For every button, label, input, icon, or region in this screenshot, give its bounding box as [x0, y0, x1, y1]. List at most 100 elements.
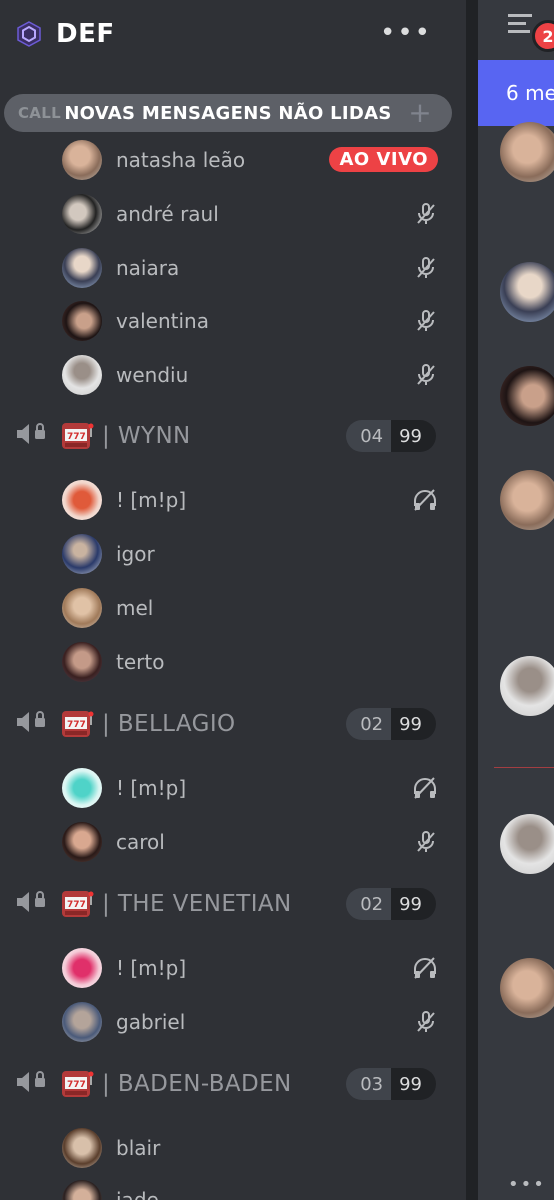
user-name: ! [m!p]: [116, 956, 187, 980]
voice-user[interactable]: gabriel: [62, 1002, 452, 1042]
svg-text:777: 777: [67, 432, 86, 442]
user-name: jade: [116, 1188, 159, 1200]
muted-mic-icon: [414, 363, 438, 391]
voice-channel-baden-baden[interactable]: 777 | BADEN-BADEN 03 99: [14, 1064, 444, 1104]
voice-user[interactable]: igor: [62, 534, 452, 574]
user-name: wendiu: [116, 363, 189, 387]
channel-name: | WYNN: [102, 423, 191, 449]
deafened-headset-icon: [412, 776, 438, 804]
deafened-headset-icon: [412, 488, 438, 516]
user-name: igor: [116, 542, 155, 566]
avatar: [62, 588, 102, 628]
voice-user[interactable]: carol: [62, 822, 452, 862]
muted-mic-icon: [414, 202, 438, 230]
avatar: [62, 642, 102, 682]
voice-user[interactable]: naiara: [62, 248, 452, 288]
voice-user[interactable]: wendiu: [62, 355, 452, 395]
svg-text:777: 777: [67, 900, 86, 910]
unread-banner-text: NOVAS MENSAGENS NÃO LIDAS: [64, 102, 392, 124]
notification-badge: 2: [532, 20, 554, 52]
muted-mic-icon: [414, 830, 438, 858]
voice-user[interactable]: ! [m!p]: [62, 480, 452, 520]
user-name: natasha leão: [116, 148, 246, 172]
user-name: andré raul: [116, 202, 219, 226]
user-name: carol: [116, 830, 165, 854]
live-badge: AO VIVO: [329, 147, 438, 172]
voice-lock-icon: [14, 708, 48, 740]
muted-mic-icon: [414, 256, 438, 284]
unread-messages-banner[interactable]: CALL NOVAS MENSAGENS NÃO LIDAS +: [4, 94, 452, 132]
category-label: CALL: [18, 104, 61, 122]
message-avatar[interactable]: [500, 366, 554, 426]
voice-channel-the-venetian[interactable]: 777 | THE VENETIAN 02 99: [14, 884, 444, 924]
voice-channel-wynn[interactable]: 777 | WYNN 04 99: [14, 416, 444, 456]
avatar: [62, 948, 102, 988]
channel-name: | BELLAGIO: [102, 711, 236, 737]
server-header[interactable]: DEF •••: [0, 0, 466, 68]
user-limit-counter: 02 99: [346, 888, 436, 920]
avatar: [62, 194, 102, 234]
chat-pane: 2 6 me •••: [478, 0, 554, 1200]
voice-user[interactable]: mel: [62, 588, 452, 628]
voice-lock-icon: [14, 420, 48, 452]
server-hexagon-icon: [16, 21, 42, 47]
user-name: naiara: [116, 256, 180, 280]
deafened-headset-icon: [412, 956, 438, 984]
user-limit-counter: 02 99: [346, 708, 436, 740]
new-messages-divider: [494, 767, 554, 768]
message-avatar[interactable]: [500, 958, 554, 1018]
channel-name: | BADEN-BADEN: [102, 1071, 292, 1097]
more-options-button[interactable]: •••: [380, 18, 432, 48]
slot-machine-icon: 777: [60, 709, 94, 739]
typing-indicator: •••: [508, 1174, 546, 1195]
new-messages-bar[interactable]: 6 me: [478, 60, 554, 126]
message-avatar[interactable]: [500, 122, 554, 182]
avatar: [62, 248, 102, 288]
user-name: ! [m!p]: [116, 488, 187, 512]
avatar: [62, 822, 102, 862]
avatar: [62, 140, 102, 180]
slot-machine-icon: 777: [60, 421, 94, 451]
message-avatar[interactable]: [500, 656, 554, 716]
channel-name: | THE VENETIAN: [102, 891, 292, 917]
voice-user[interactable]: blair: [62, 1128, 452, 1168]
avatar: [62, 534, 102, 574]
avatar: [62, 355, 102, 395]
add-channel-icon[interactable]: +: [408, 96, 432, 129]
channel-sidebar: DEF ••• CALL NOVAS MENSAGENS NÃO LIDAS +…: [0, 0, 466, 1200]
message-avatar[interactable]: [500, 262, 554, 322]
user-name: valentina: [116, 309, 209, 333]
voice-user[interactable]: valentina: [62, 301, 452, 341]
user-name: gabriel: [116, 1010, 186, 1034]
user-name: mel: [116, 596, 154, 620]
avatar: [62, 1128, 102, 1168]
muted-mic-icon: [414, 309, 438, 337]
server-name: DEF: [56, 19, 115, 49]
voice-user[interactable]: ! [m!p]: [62, 948, 452, 988]
voice-lock-icon: [14, 1068, 48, 1100]
user-limit-counter: 04 99: [346, 420, 436, 452]
message-avatar[interactable]: [500, 814, 554, 874]
voice-user[interactable]: terto: [62, 642, 452, 682]
svg-text:777: 777: [67, 720, 86, 730]
voice-user[interactable]: ! [m!p]: [62, 768, 452, 808]
message-avatar[interactable]: [500, 470, 554, 530]
voice-user[interactable]: andré raul: [62, 194, 452, 234]
voice-lock-icon: [14, 888, 48, 920]
muted-mic-icon: [414, 1010, 438, 1038]
avatar: [62, 301, 102, 341]
user-name: blair: [116, 1136, 161, 1160]
slot-machine-icon: 777: [60, 889, 94, 919]
user-limit-counter: 03 99: [346, 1068, 436, 1100]
avatar: [62, 480, 102, 520]
voice-user[interactable]: jade: [62, 1180, 452, 1200]
voice-user[interactable]: natasha leão AO VIVO: [62, 140, 452, 180]
user-name: ! [m!p]: [116, 776, 187, 800]
voice-channel-bellagio[interactable]: 777 | BELLAGIO 02 99: [14, 704, 444, 744]
avatar: [62, 1002, 102, 1042]
avatar: [62, 1180, 102, 1200]
slot-machine-icon: 777: [60, 1069, 94, 1099]
user-name: terto: [116, 650, 165, 674]
svg-text:777: 777: [67, 1080, 86, 1090]
avatar: [62, 768, 102, 808]
